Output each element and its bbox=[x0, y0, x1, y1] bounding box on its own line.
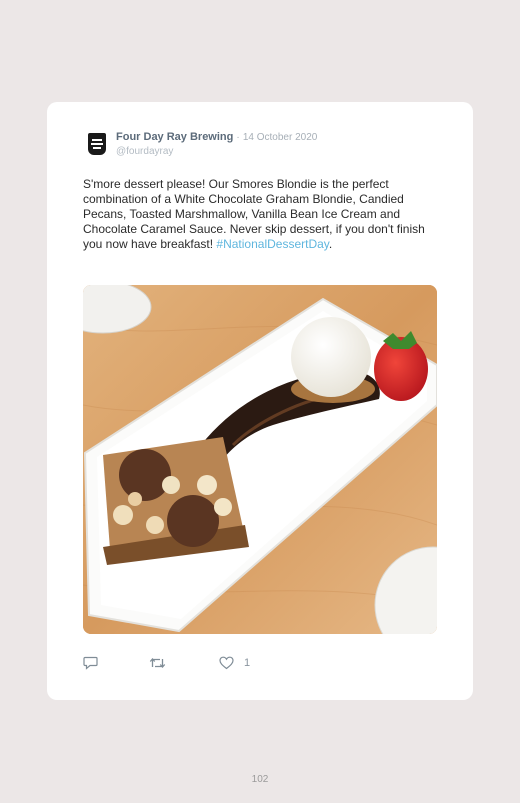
tweet-date[interactable]: 14 October 2020 bbox=[243, 132, 318, 143]
brewery-logo-icon[interactable] bbox=[88, 133, 106, 155]
tweet-photo[interactable] bbox=[83, 285, 437, 634]
heart-icon bbox=[219, 656, 234, 670]
tweet-trailing: . bbox=[328, 237, 333, 251]
tweet-card: Four Day Ray Brewing · 14 October 2020 @… bbox=[47, 102, 473, 700]
reply-button[interactable] bbox=[83, 655, 98, 671]
tweet-actions: 1 bbox=[83, 655, 283, 671]
hashtag-link[interactable]: #NationalDessertDay bbox=[216, 237, 329, 251]
tweet-text: S'more dessert please! Our Smores Blondi… bbox=[83, 177, 435, 252]
author-name[interactable]: Four Day Ray Brewing bbox=[116, 131, 233, 143]
like-button[interactable]: 1 bbox=[219, 655, 250, 671]
retweet-icon bbox=[149, 656, 166, 670]
header-separator: · bbox=[236, 132, 240, 143]
page-number: 102 bbox=[251, 774, 269, 785]
tweet-header: Four Day Ray Brewing · 14 October 2020 bbox=[116, 131, 317, 143]
dessert-photo-image bbox=[83, 285, 437, 634]
author-handle[interactable]: @fourdayray bbox=[116, 146, 173, 157]
reply-icon bbox=[83, 656, 98, 670]
retweet-button[interactable] bbox=[149, 655, 166, 671]
like-count: 1 bbox=[244, 657, 251, 669]
